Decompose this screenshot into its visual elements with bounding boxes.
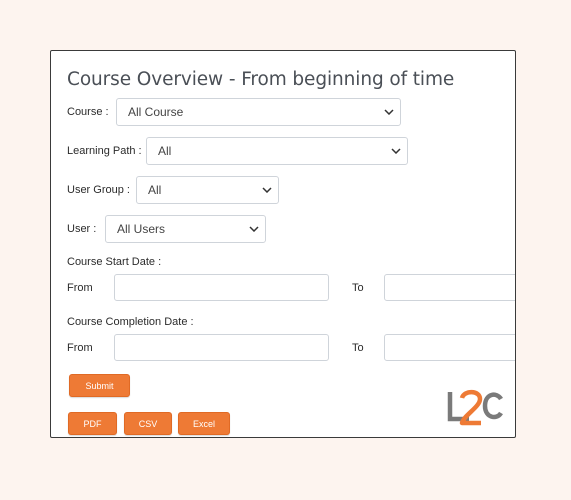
user-group-label: User Group : — [67, 184, 130, 196]
course-completion-date-label: Course Completion Date : — [67, 316, 194, 328]
course-overview-panel: Course Overview - From beginning of time… — [50, 50, 516, 438]
course-start-date-label: Course Start Date : — [67, 256, 162, 268]
chevron-down-icon — [243, 216, 265, 242]
completion-to-label: To — [352, 342, 364, 354]
user-select[interactable]: All Users — [105, 215, 266, 243]
start-date-to-input[interactable] — [384, 274, 515, 301]
chevron-down-icon — [385, 138, 407, 164]
submit-button[interactable]: Submit — [69, 374, 130, 397]
start-from-label: From — [67, 282, 93, 294]
learning-path-select[interactable]: All — [146, 137, 408, 165]
course-label: Course : — [67, 106, 109, 118]
user-label: User : — [67, 223, 97, 235]
user-group-select-value: All — [148, 183, 162, 197]
excel-export-button[interactable]: Excel — [178, 412, 230, 435]
user-select-value: All Users — [117, 222, 166, 236]
user-group-select[interactable]: All — [136, 176, 279, 204]
start-to-label: To — [352, 282, 364, 294]
completion-date-to-input[interactable] — [384, 334, 515, 361]
course-select-value: All Course — [128, 105, 184, 119]
pdf-export-button[interactable]: PDF — [68, 412, 117, 435]
learning-path-select-value: All — [158, 144, 172, 158]
l2c-logo — [447, 389, 503, 426]
course-select[interactable]: All Course — [116, 98, 401, 126]
completion-from-label: From — [67, 342, 93, 354]
learning-path-label: Learning Path : — [67, 145, 142, 157]
chevron-down-icon — [378, 99, 400, 125]
start-date-from-input[interactable] — [114, 274, 329, 301]
chevron-down-icon — [256, 177, 278, 203]
csv-export-button[interactable]: CSV — [124, 412, 172, 435]
completion-date-from-input[interactable] — [114, 334, 329, 361]
page-title: Course Overview - From beginning of time — [67, 69, 455, 90]
